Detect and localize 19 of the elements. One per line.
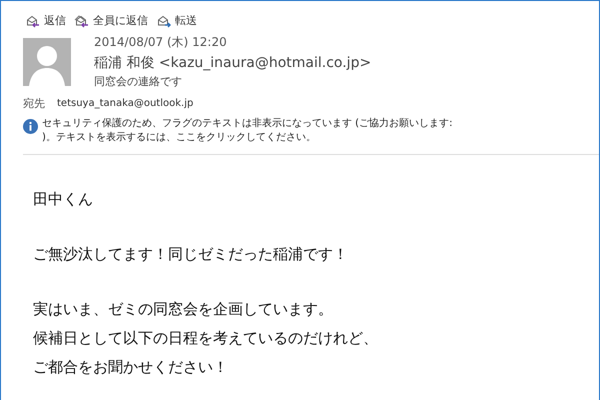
to-label: 宛先 (23, 96, 45, 111)
reply-all-button[interactable]: 全員に返信 (74, 13, 148, 28)
reply-button[interactable]: 返信 (25, 13, 66, 28)
info-icon (23, 119, 38, 134)
sent-date: 2014/08/07 (木) 12:20 (94, 34, 227, 50)
body-text: 田中くん (33, 189, 93, 210)
forward-button[interactable]: 転送 (156, 13, 197, 28)
body-text: 候補日として以下の日程を考えているのだけれど、 (33, 328, 378, 349)
info-message[interactable]: セキュリティ保護のため、フラグのテキストは非表示になっています (ご協力お願いします: )。テキストを表示するには、ここをクリックしてください。 (42, 117, 452, 145)
recipient-address: tetsuya_tanaka@outlook.jp (57, 98, 194, 109)
body-text: 実はいま、ゼミの同窓会を企画しています。 (33, 299, 333, 320)
body-text: ご無沙汰してます！同じゼミだった稲浦です！ (33, 244, 348, 265)
subject: 同窓会の連絡です (94, 74, 182, 90)
body-text: ご都合をお聞かせください！ (33, 357, 228, 378)
sender-name: 稲浦 和俊 <kazu_inaura@hotmail.co.jp> (94, 54, 372, 73)
avatar-icon (23, 38, 71, 86)
envelope-icon (25, 14, 41, 28)
envelope-icon (156, 14, 172, 28)
envelope-icon (74, 14, 90, 28)
